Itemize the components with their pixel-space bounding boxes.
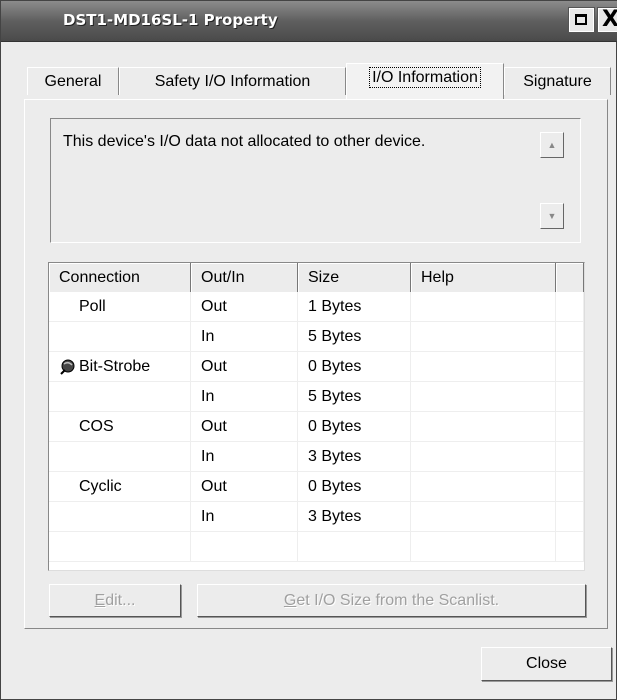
cell-size: [298, 532, 411, 562]
title-bar[interactable]: DST1-MD16SL-1 Property X: [1, 1, 617, 42]
column-header-connection[interactable]: Connection: [49, 263, 191, 292]
tab-general[interactable]: General: [27, 67, 119, 95]
close-button-label: Close: [526, 655, 567, 672]
close-button[interactable]: Close: [481, 647, 612, 681]
table-row[interactable]: In 3 Bytes: [49, 442, 584, 472]
edit-label: dit...: [105, 592, 136, 609]
cell-connection: COS: [49, 412, 191, 442]
table-row[interactable]: In 5 Bytes: [49, 322, 584, 352]
maximize-icon: [575, 14, 587, 25]
cell-filler: [556, 322, 584, 352]
table-row[interactable]: In 5 Bytes: [49, 382, 584, 412]
cell-connection: [49, 502, 191, 532]
cell-filler: [556, 502, 584, 532]
cell-connection: Poll: [49, 292, 191, 322]
allocation-message: This device's I/O data not allocated to …: [63, 133, 426, 150]
table-row[interactable]: In 3 Bytes: [49, 502, 584, 532]
cell-filler: [556, 292, 584, 322]
cell-help: [411, 292, 556, 322]
cell-direction: Out: [191, 472, 298, 502]
cell-filler: [556, 412, 584, 442]
allocation-message-box: This device's I/O data not allocated to …: [50, 118, 581, 243]
cell-filler: [556, 442, 584, 472]
cell-connection: Bit-Strobe: [49, 352, 191, 382]
scroll-down-arrow-icon: ▼: [547, 211, 557, 221]
table-row[interactable]: COS Out 0 Bytes: [49, 412, 584, 442]
cell-filler: [556, 532, 584, 562]
cell-direction: In: [191, 382, 298, 412]
close-icon: X: [602, 7, 617, 32]
table-row[interactable]: Cyclic Out 0 Bytes: [49, 472, 584, 502]
scroll-down-button[interactable]: ▼: [540, 203, 564, 229]
cell-size: 0 Bytes: [298, 472, 411, 502]
cell-connection: [49, 532, 191, 562]
column-header-filler: [556, 263, 584, 292]
cell-filler: [556, 382, 584, 412]
edit-mnemonic: E: [94, 592, 106, 609]
grid-header: Connection Out/In Size Help: [49, 263, 584, 292]
cell-direction: Out: [191, 412, 298, 442]
tab-signature[interactable]: Signature: [504, 67, 611, 95]
cell-size: 3 Bytes: [298, 502, 411, 532]
table-row[interactable]: [49, 532, 584, 562]
cell-connection: [49, 322, 191, 352]
cell-connection: [49, 442, 191, 472]
tab-general-label: General: [44, 73, 102, 90]
cell-size: 5 Bytes: [298, 322, 411, 352]
cell-help: [411, 442, 556, 472]
cell-help: [411, 352, 556, 382]
tab-signature-label: Signature: [523, 73, 592, 90]
io-connection-grid[interactable]: Connection Out/In Size Help Poll Out 1 B…: [48, 262, 585, 571]
tab-io-information-label: I/O Information: [369, 67, 481, 88]
cell-direction: Out: [191, 292, 298, 322]
cell-size: 5 Bytes: [298, 382, 411, 412]
get-io-size-label: et I/O Size from the Scanlist.: [296, 592, 500, 609]
cell-help: [411, 412, 556, 442]
cell-direction: In: [191, 442, 298, 472]
maximize-button[interactable]: [569, 8, 594, 32]
cell-help: [411, 532, 556, 562]
get-io-size-button[interactable]: Get I/O Size from the Scanlist.: [197, 584, 586, 617]
close-window-button[interactable]: X: [598, 8, 617, 32]
cell-size: 0 Bytes: [298, 352, 411, 382]
window-title: DST1-MD16SL-1 Property: [63, 11, 278, 29]
column-header-out-in[interactable]: Out/In: [191, 263, 298, 292]
property-dialog: DST1-MD16SL-1 Property X General Safety …: [0, 0, 617, 700]
edit-button[interactable]: Edit...: [49, 584, 181, 617]
cell-size: 0 Bytes: [298, 412, 411, 442]
scroll-up-button[interactable]: ▲: [540, 132, 564, 158]
table-row[interactable]: Poll Out 1 Bytes: [49, 292, 584, 322]
column-header-help[interactable]: Help: [411, 263, 556, 292]
table-row[interactable]: Bit-Strobe Out 0 Bytes: [49, 352, 584, 382]
cell-connection: Cyclic: [49, 472, 191, 502]
tab-safety-io-information-label: Safety I/O Information: [154, 73, 311, 90]
cell-size: 3 Bytes: [298, 442, 411, 472]
cell-help: [411, 382, 556, 412]
cell-direction: Out: [191, 352, 298, 382]
tab-safety-io-information[interactable]: Safety I/O Information: [119, 67, 346, 95]
cell-help: [411, 472, 556, 502]
column-header-size[interactable]: Size: [298, 263, 411, 292]
cell-filler: [556, 352, 584, 382]
cell-filler: [556, 472, 584, 502]
cell-help: [411, 322, 556, 352]
cell-size: 1 Bytes: [298, 292, 411, 322]
tab-io-information[interactable]: I/O Information: [346, 63, 504, 99]
cell-direction: In: [191, 322, 298, 352]
get-io-size-mnemonic: G: [283, 592, 297, 609]
cell-direction: [191, 532, 298, 562]
cell-help: [411, 502, 556, 532]
cell-direction: In: [191, 502, 298, 532]
cell-connection: [49, 382, 191, 412]
scroll-up-arrow-icon: ▲: [547, 140, 557, 150]
